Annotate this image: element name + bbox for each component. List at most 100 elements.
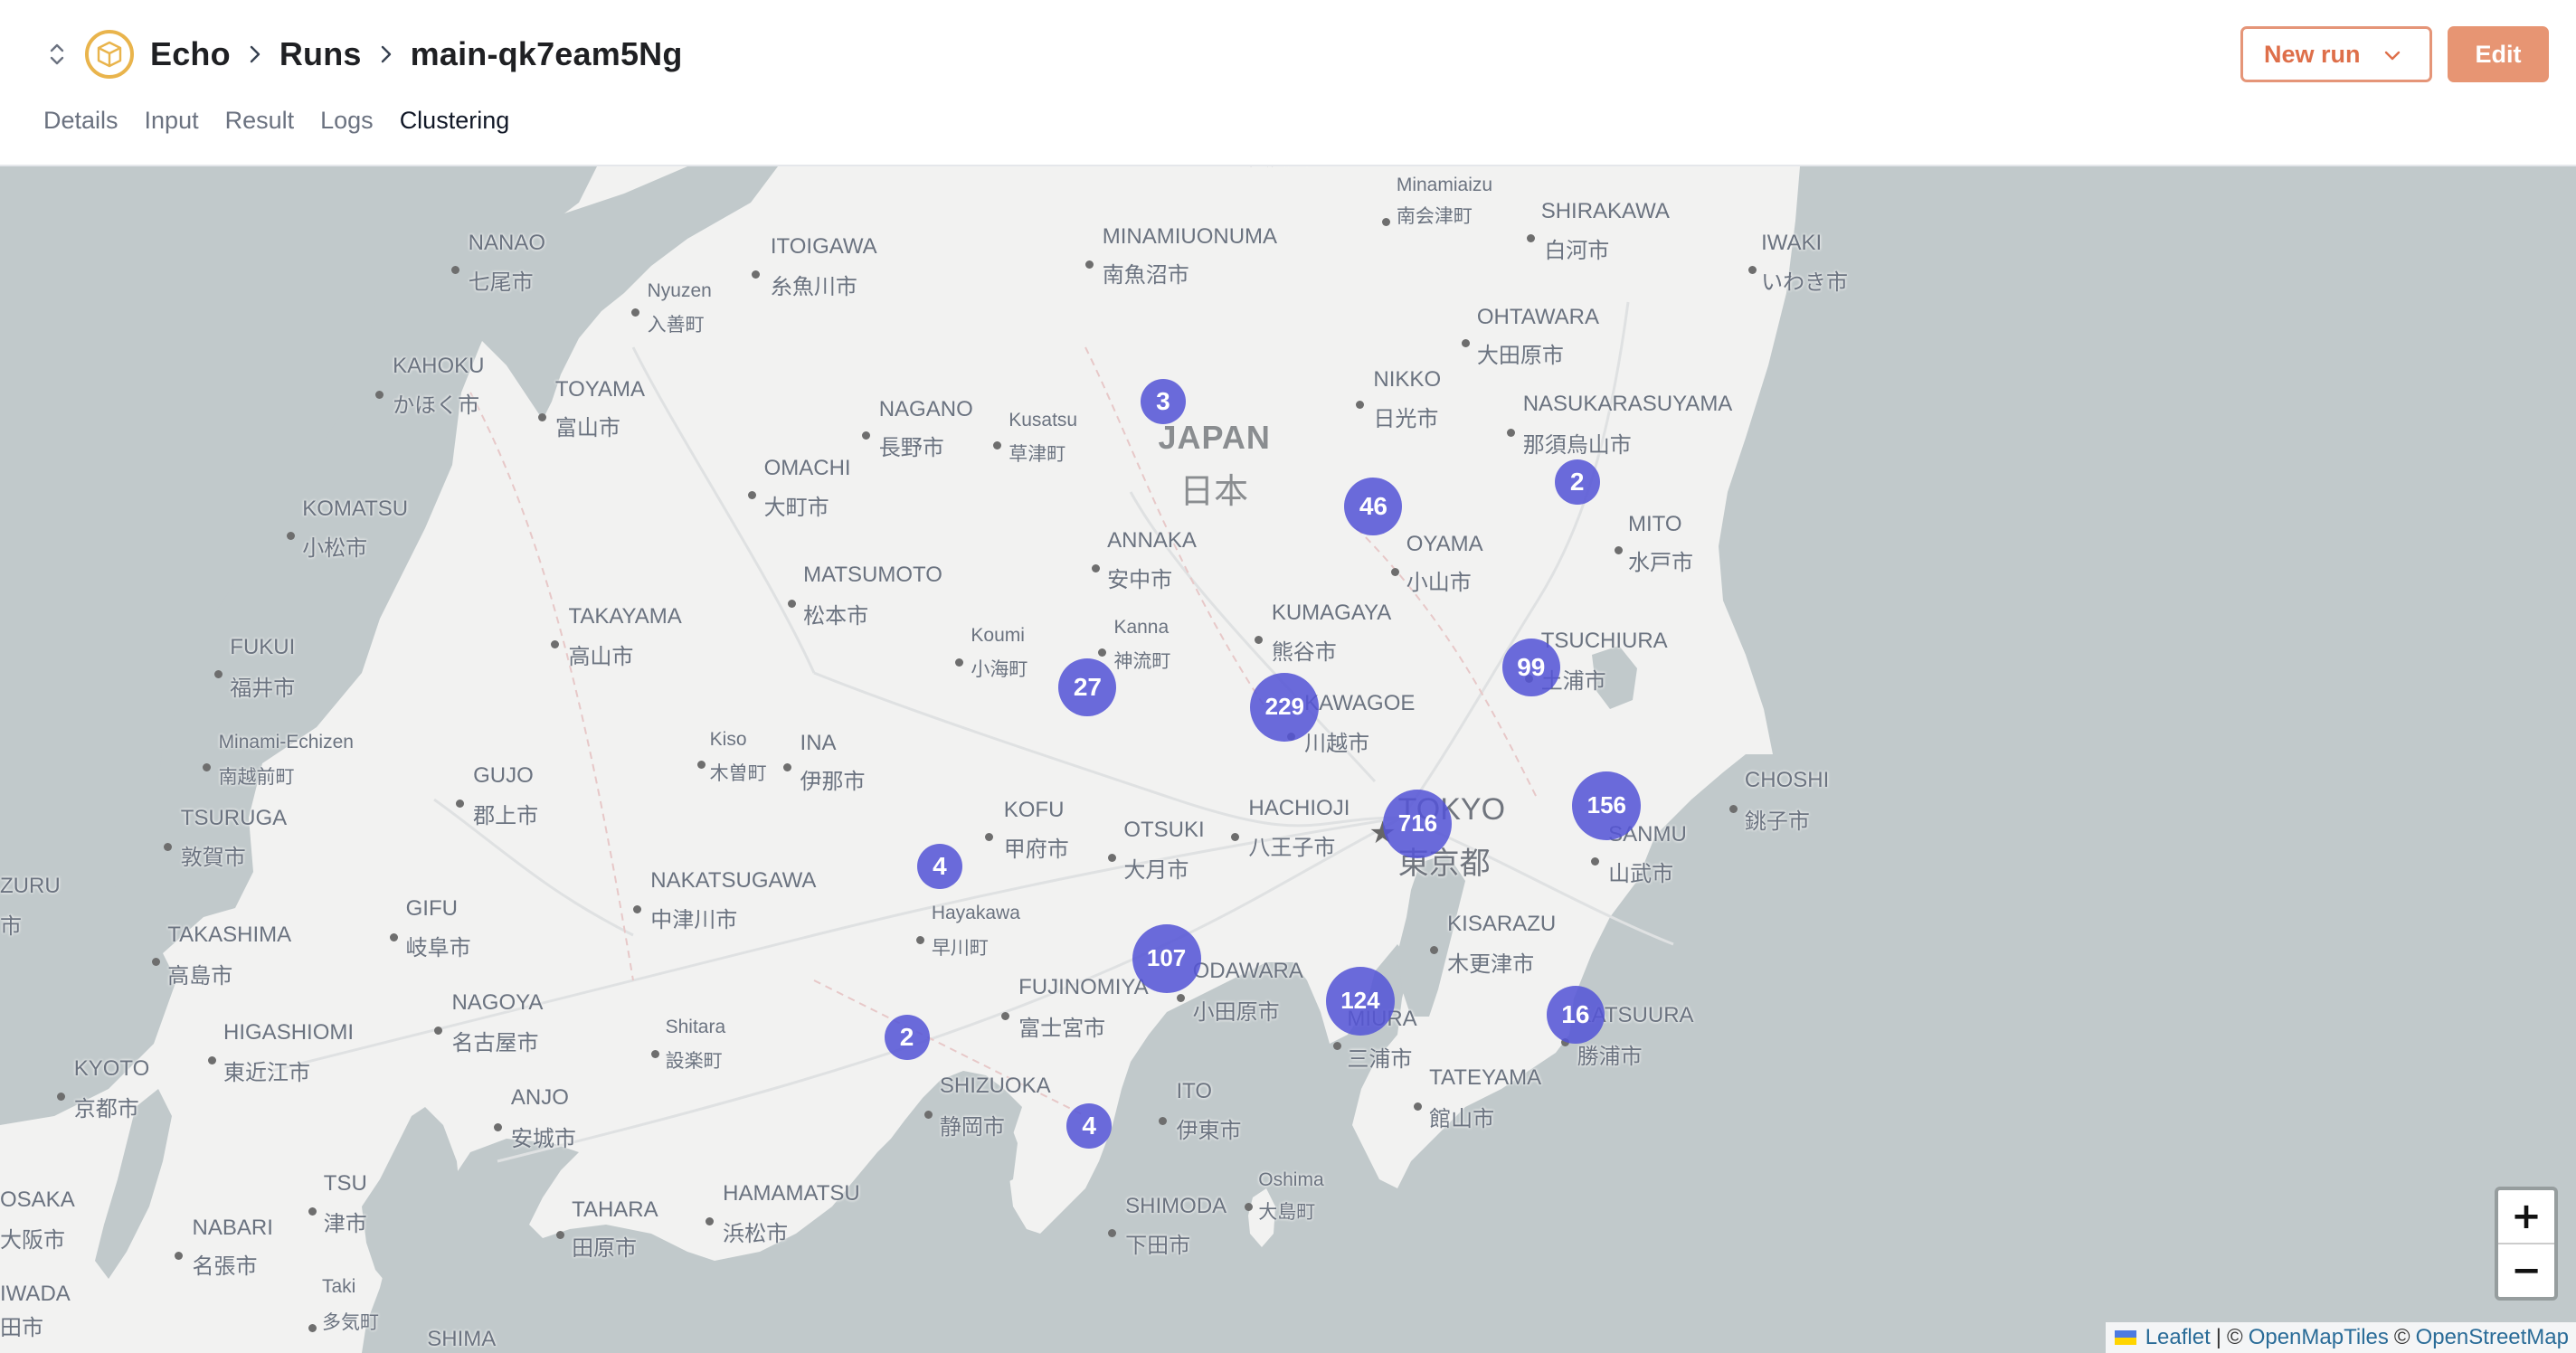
- zoom-control: + −: [2495, 1187, 2558, 1301]
- place-label-ja: 熊谷市: [1271, 639, 1337, 665]
- place-label-en: SHIZUOKA: [939, 1074, 1051, 1099]
- copyright-symbol: ©: [2393, 1325, 2410, 1349]
- cluster-marker[interactable]: 3: [1140, 378, 1186, 424]
- place-label-ja: 大島町: [1258, 1202, 1316, 1224]
- place-label-en: OSAKA: [0, 1187, 75, 1212]
- cluster-count: 2: [899, 1022, 914, 1051]
- place-label-en: FUKUI: [230, 635, 296, 660]
- place-label-ja: 勝浦市: [1577, 1044, 1643, 1069]
- place-label-ja: 大月市: [1123, 858, 1189, 884]
- tab-details[interactable]: Details: [43, 107, 118, 144]
- openstreetmap-link[interactable]: OpenStreetMap: [2416, 1325, 2569, 1350]
- place-label-en: Kiso: [709, 728, 747, 750]
- leaflet-link[interactable]: Leaflet: [2145, 1325, 2211, 1350]
- cluster-count: 107: [1146, 944, 1187, 972]
- place-marker-dot: [1728, 804, 1738, 813]
- place-marker-dot: [375, 390, 384, 399]
- cluster-marker[interactable]: 156: [1572, 771, 1642, 840]
- place-label-en: Taki: [321, 1276, 356, 1298]
- place-label-ja: 銚子市: [1744, 809, 1810, 834]
- place-label-en: MINAMIUONUMA: [1102, 223, 1278, 249]
- openmaptiles-link[interactable]: OpenMapTiles: [2249, 1325, 2389, 1350]
- place-label-ja: 設楽町: [665, 1051, 723, 1073]
- place-marker-dot: [751, 270, 760, 279]
- minus-icon: −: [2511, 1250, 2542, 1292]
- place-label-ja: 八王子市: [1248, 835, 1336, 860]
- place-label-en: HAMAMATSU: [723, 1180, 860, 1206]
- cluster-marker[interactable]: 16: [1546, 985, 1605, 1044]
- place-marker-dot: [1390, 568, 1399, 577]
- cluster-marker[interactable]: 2: [884, 1014, 930, 1060]
- place-label-en: HACHIOJI: [1248, 796, 1350, 821]
- breadcrumb-project[interactable]: Echo: [150, 35, 231, 73]
- cluster-marker[interactable]: 99: [1501, 638, 1560, 696]
- place-marker-dot: [1108, 1228, 1117, 1237]
- place-label-en: MITO: [1627, 511, 1682, 536]
- place-label-ja: 甲府市: [1003, 837, 1069, 862]
- place-label-ja: 高島市: [167, 963, 233, 989]
- place-marker-dot: [537, 413, 546, 422]
- place-label-ja: 南魚沼市: [1102, 263, 1189, 289]
- cluster-count: 3: [1156, 386, 1170, 415]
- cluster-marker[interactable]: 716: [1383, 789, 1453, 858]
- place-label-en: Oshima: [1258, 1168, 1324, 1190]
- breadcrumb-runs[interactable]: Runs: [279, 35, 362, 73]
- place-marker-dot: [1254, 635, 1263, 644]
- cluster-count: 4: [933, 851, 947, 880]
- place-label-en: Nyuzen: [647, 279, 712, 301]
- place-label-en: HIGASHIOMI: [223, 1019, 355, 1045]
- place-label-en: KYOTO: [73, 1055, 150, 1081]
- place-marker-dot: [861, 431, 870, 440]
- place-label-ja: 東近江市: [223, 1060, 311, 1085]
- place-label-ja: 七尾市: [468, 270, 534, 295]
- new-run-label: New run: [2264, 40, 2361, 68]
- place-label-ja: 木更津市: [1447, 951, 1535, 977]
- place-label-en: OYAMA: [1406, 531, 1483, 556]
- tab-result[interactable]: Result: [225, 107, 295, 144]
- cluster-marker[interactable]: 124: [1325, 966, 1395, 1036]
- place-label-ja: 安中市: [1107, 567, 1173, 592]
- zoom-out-button[interactable]: −: [2498, 1243, 2554, 1297]
- chevron-down-icon: [2384, 51, 2401, 61]
- new-run-button[interactable]: New run: [2240, 26, 2432, 82]
- place-label-ja: 草津町: [1009, 444, 1066, 466]
- cluster-marker[interactable]: 107: [1132, 923, 1201, 993]
- place-label-ja: 小田原市: [1192, 999, 1280, 1025]
- tab-clustering[interactable]: Clustering: [400, 107, 510, 144]
- zoom-in-button[interactable]: +: [2498, 1190, 2554, 1243]
- place-label-en: ZURU: [0, 873, 61, 898]
- cluster-marker[interactable]: 4: [1066, 1103, 1113, 1150]
- cluster-marker[interactable]: 2: [1554, 459, 1600, 505]
- cluster-marker[interactable]: 46: [1344, 477, 1403, 535]
- tab-logs[interactable]: Logs: [320, 107, 374, 144]
- edit-button[interactable]: Edit: [2448, 26, 2549, 82]
- place-marker-dot: [651, 1049, 660, 1058]
- place-label-en: Hayakawa: [931, 903, 1020, 924]
- cluster-count: 716: [1397, 809, 1438, 837]
- place-label-ja: 名古屋市: [451, 1031, 539, 1056]
- place-label-en: Kanna: [1113, 617, 1170, 639]
- cluster-marker[interactable]: 4: [916, 843, 962, 889]
- place-marker-dot: [152, 957, 161, 966]
- cluster-marker[interactable]: 229: [1250, 672, 1320, 742]
- place-label-en: Minami-Echizen: [218, 732, 354, 753]
- place-label-ja: 大田原市: [1476, 344, 1564, 369]
- place-label-en: OHTAWARA: [1476, 304, 1599, 329]
- place-label-en: NASUKARASUYAMA: [1522, 392, 1733, 417]
- place-label-en: Koumi: [971, 625, 1025, 647]
- tab-input[interactable]: Input: [145, 107, 199, 144]
- plus-icon: +: [2511, 1196, 2542, 1237]
- place-marker-dot: [1001, 1011, 1010, 1020]
- cluster-map[interactable]: 只見町 Minamiaizu 南会津町 SHIRAKAWA 白河市 IWAKI いわき市 NA…: [0, 166, 2576, 1353]
- cluster-marker[interactable]: 27: [1058, 658, 1117, 716]
- place-label-en: KAHOKU: [393, 354, 485, 379]
- place-marker-dot: [633, 904, 642, 913]
- project-switcher-button[interactable]: [45, 36, 69, 72]
- cube-icon: [97, 41, 122, 68]
- place-label-ja: 多気町: [321, 1312, 379, 1334]
- place-label-ja: 敦賀市: [180, 845, 246, 870]
- chevron-up-down-icon: [50, 43, 64, 65]
- place-label-en: NAGANO: [878, 396, 973, 421]
- place-label-en: ITOIGAWA: [770, 233, 877, 259]
- place-label-ja: 郡上市: [473, 804, 539, 829]
